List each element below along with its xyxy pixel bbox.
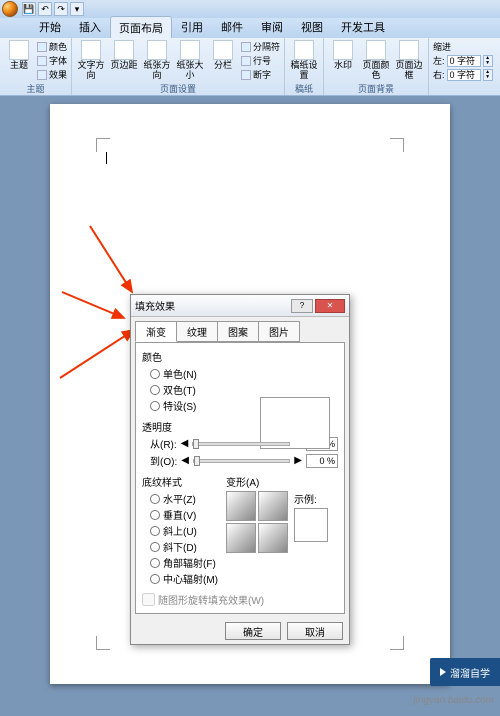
- watermark-logo: 溜溜自学: [430, 658, 500, 686]
- theme-fonts[interactable]: 字体: [37, 54, 67, 67]
- tab-gradient[interactable]: 渐变: [135, 321, 177, 342]
- play-icon: [440, 668, 446, 676]
- variant-1[interactable]: [226, 491, 256, 521]
- tab-developer[interactable]: 开发工具: [332, 15, 394, 38]
- style-vertical[interactable]: 垂直(V): [150, 507, 218, 522]
- group-page-setup: 文字方向 页边距 纸张方向 纸张大小 分栏 分隔符 行号 断字 页面设置: [72, 38, 285, 95]
- to-value[interactable]: [306, 454, 338, 468]
- hyphenation[interactable]: 断字: [241, 68, 280, 81]
- theme-effects[interactable]: 效果: [37, 68, 67, 81]
- tab-mailings[interactable]: 邮件: [212, 15, 252, 38]
- ok-button[interactable]: 确定: [225, 622, 281, 640]
- qat-save[interactable]: 💾: [22, 2, 36, 16]
- help-button[interactable]: ?: [291, 299, 313, 313]
- group-paper: 稿纸设置 稿纸: [285, 38, 324, 95]
- tab-review[interactable]: 审阅: [252, 15, 292, 38]
- tab-picture[interactable]: 图片: [258, 321, 300, 342]
- breaks[interactable]: 分隔符: [241, 40, 280, 53]
- tab-view[interactable]: 视图: [292, 15, 332, 38]
- dialog-tabs: 渐变 纹理 图案 图片: [131, 317, 349, 342]
- crop-mark: [96, 138, 110, 152]
- dialog-body: 颜色 单色(N) 双色(T) 特设(S) 透明度 从(R): ◀ ▶ 到(O):: [135, 342, 345, 614]
- color-one[interactable]: 单色(N): [150, 366, 338, 381]
- tab-pattern[interactable]: 图案: [217, 321, 259, 342]
- watermark[interactable]: 水印: [328, 40, 358, 71]
- rotate-with-shape[interactable]: 随图形旋转填充效果(W): [142, 592, 338, 607]
- size[interactable]: 纸张大小: [175, 40, 205, 81]
- document-area: 填充效果 ? ✕ 渐变 纹理 图案 图片 颜色 单色(N) 双色(T) 特设(S…: [0, 96, 500, 716]
- close-button[interactable]: ✕: [315, 299, 345, 313]
- tab-texture[interactable]: 纹理: [176, 321, 218, 342]
- text-direction[interactable]: 文字方向: [76, 40, 106, 81]
- tab-home[interactable]: 开始: [30, 15, 70, 38]
- fill-effects-dialog: 填充效果 ? ✕ 渐变 纹理 图案 图片 颜色 单色(N) 双色(T) 特设(S…: [130, 294, 350, 645]
- dialog-title: 填充效果: [135, 298, 175, 313]
- theme-colors[interactable]: 颜色: [37, 40, 67, 53]
- page-borders[interactable]: 页面边框: [394, 40, 424, 81]
- dialog-titlebar[interactable]: 填充效果 ? ✕: [131, 295, 349, 317]
- crop-mark: [390, 636, 404, 650]
- to-inc[interactable]: ▶: [294, 455, 302, 466]
- from-slider[interactable]: [192, 442, 290, 446]
- group-paragraph: 缩进 左:▲▼ 右:▲▼ 间距 段前:▲▼ 段后:▲▼ 段落: [429, 38, 500, 95]
- to-slider[interactable]: [193, 459, 290, 463]
- style-corner[interactable]: 角部辐射(F): [150, 555, 218, 570]
- office-button[interactable]: [2, 1, 18, 17]
- columns[interactable]: 分栏: [208, 40, 238, 71]
- margins[interactable]: 页边距: [109, 40, 139, 71]
- style-horizontal[interactable]: 水平(Z): [150, 491, 218, 506]
- crop-mark: [390, 138, 404, 152]
- ribbon-tabs: 开始 插入 页面布局 引用 邮件 审阅 视图 开发工具: [0, 18, 500, 38]
- group-page-background: 水印 页面颜色 页面边框 页面背景: [324, 38, 429, 95]
- style-diag-down[interactable]: 斜下(D): [150, 539, 218, 554]
- variant-2[interactable]: [258, 491, 288, 521]
- indent-left[interactable]: [447, 55, 481, 67]
- style-center[interactable]: 中心辐射(M): [150, 571, 218, 586]
- page-color[interactable]: 页面颜色: [361, 40, 391, 81]
- crop-mark: [96, 636, 110, 650]
- to-dec[interactable]: ◀: [181, 455, 189, 466]
- qat-more[interactable]: ▾: [70, 2, 84, 16]
- tab-insert[interactable]: 插入: [70, 15, 110, 38]
- tab-references[interactable]: 引用: [172, 15, 212, 38]
- watermark-text: jingyan.baidu.com: [413, 695, 494, 706]
- indent-right[interactable]: [447, 69, 481, 81]
- from-dec[interactable]: ◀: [181, 438, 189, 449]
- quick-access-toolbar: 💾 ↶ ↷ ▾: [22, 2, 84, 16]
- color-two[interactable]: 双色(T): [150, 382, 338, 397]
- variant-3[interactable]: [226, 523, 256, 553]
- qat-redo[interactable]: ↷: [54, 2, 68, 16]
- sample-box: [294, 508, 328, 542]
- group-themes: 主题 颜色 字体 效果 主题: [0, 38, 72, 95]
- themes-button[interactable]: 主题: [4, 40, 34, 71]
- tab-page-layout[interactable]: 页面布局: [110, 16, 172, 38]
- variant-4[interactable]: [258, 523, 288, 553]
- paper-settings[interactable]: 稿纸设置: [289, 40, 319, 81]
- style-diag-up[interactable]: 斜上(U): [150, 523, 218, 538]
- line-numbers[interactable]: 行号: [241, 54, 280, 67]
- qat-undo[interactable]: ↶: [38, 2, 52, 16]
- variants-grid[interactable]: [226, 491, 288, 553]
- ribbon: 主题 颜色 字体 效果 主题 文字方向 页边距 纸张方向 纸张大小 分栏 分隔符…: [0, 38, 500, 96]
- cancel-button[interactable]: 取消: [287, 622, 343, 640]
- text-cursor: [106, 152, 107, 164]
- orientation[interactable]: 纸张方向: [142, 40, 172, 81]
